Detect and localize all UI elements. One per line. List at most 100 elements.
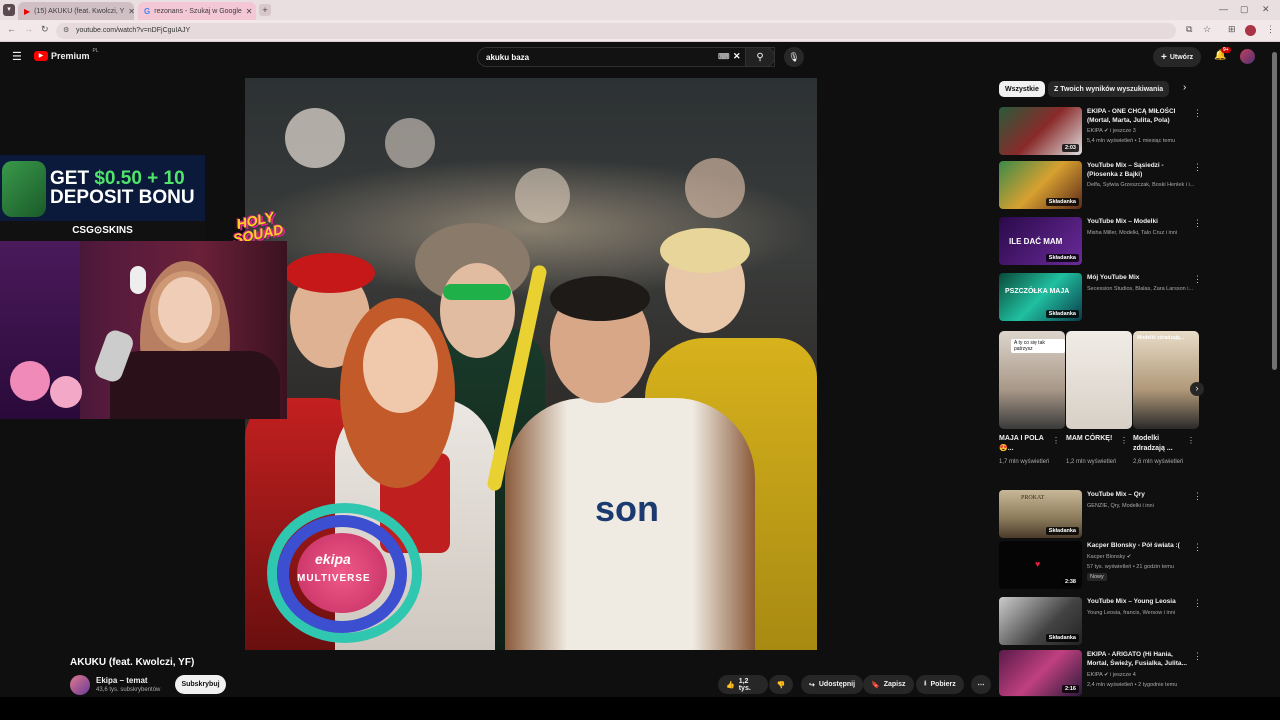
youtube-logo[interactable]: ▶ Premium PL xyxy=(34,48,99,61)
tab-google[interactable]: G rezonans - Szukaj w Google ✕ xyxy=(138,2,256,20)
close-tab-icon[interactable]: ✕ xyxy=(246,7,253,16)
recommendation-item[interactable]: Składanka YouTube Mix – Young Leosia You… xyxy=(999,597,1204,647)
mix-badge: Składanka xyxy=(1045,198,1079,206)
short-views: 1,2 mln wyświetleń xyxy=(1066,459,1117,465)
new-tab-button[interactable]: + xyxy=(259,4,271,16)
recommendation-title[interactable]: EKIPA - ONE CHCĄ MIŁOŚCI (Mortal, Marta,… xyxy=(1087,107,1195,125)
recommendation-title[interactable]: YouTube Mix – Qry xyxy=(1087,490,1195,499)
like-button[interactable]: 👍 1,2 tys. xyxy=(718,675,768,694)
minimize-icon[interactable]: — xyxy=(1219,4,1228,14)
recommendation-item[interactable]: ♥ 2:38 Kacper Blonsky - Pół świata :( Ka… xyxy=(999,541,1204,591)
more-vertical-icon[interactable]: ⋮ xyxy=(1193,651,1202,662)
recommendation-item[interactable]: Składanka YouTube Mix – Sąsiedzi - (Pios… xyxy=(999,161,1204,211)
chevron-right-icon[interactable]: › xyxy=(1183,82,1186,93)
menu-kebab-icon[interactable]: ⋮ xyxy=(1266,24,1275,35)
youtube-play-icon: ▶ xyxy=(34,51,48,61)
channel-name[interactable]: Ekipa – temat xyxy=(96,676,148,685)
thumbnail[interactable]: ILE DAĆ MAM Składanka xyxy=(999,217,1082,265)
recommendation-title[interactable]: YouTube Mix – Young Leosia xyxy=(1087,597,1195,606)
chip-from-search[interactable]: Z Twoich wyników wyszukiwania xyxy=(1048,81,1170,97)
short-views: 2,6 mln wyświetleń xyxy=(1133,459,1184,465)
back-icon[interactable]: ← xyxy=(7,24,16,34)
short-thumbnail[interactable] xyxy=(1066,331,1132,429)
thumbnail[interactable]: 2:16 xyxy=(999,650,1082,696)
more-vertical-icon[interactable]: ⋮ xyxy=(1193,491,1202,502)
subscribe-button[interactable]: Subskrybuj xyxy=(175,675,226,694)
forward-icon[interactable]: → xyxy=(24,24,33,34)
recommendation-title[interactable]: YouTube Mix – Modelki xyxy=(1087,217,1195,226)
recommendation-title[interactable]: YouTube Mix – Sąsiedzi - (Piosenka z Baj… xyxy=(1087,161,1195,179)
person-hair xyxy=(660,228,750,273)
clear-search-icon[interactable]: ✕ xyxy=(733,51,741,62)
ad-brand: CSG⊙SKINS xyxy=(0,221,205,241)
more-vertical-icon[interactable]: ⋮ xyxy=(1193,542,1202,553)
more-vertical-icon[interactable]: ⋮ xyxy=(1193,598,1202,609)
download-button[interactable]: ⭳ Pobierz xyxy=(916,675,964,694)
site-info-icon[interactable]: ⚙ xyxy=(63,26,69,34)
more-vertical-icon[interactable]: ⋮ xyxy=(1193,108,1202,119)
save-button[interactable]: 🔖 Zapisz xyxy=(863,675,914,694)
new-badge: Nowy xyxy=(1087,573,1107,581)
thumbnail[interactable]: Składanka xyxy=(999,161,1082,209)
video-player[interactable]: son ekipa MULTIVERSE xyxy=(245,78,817,650)
recommendation-item[interactable]: PROKAT Składanka YouTube Mix – Qry GENZI… xyxy=(999,490,1204,540)
more-actions-button[interactable]: ⋯ xyxy=(971,675,991,694)
search-icon: ⚲ xyxy=(756,51,764,63)
thumbs-down-icon: 👎 xyxy=(776,681,786,689)
more-vertical-icon[interactable]: ⋮ xyxy=(1193,218,1202,229)
more-vertical-icon[interactable]: ⋮ xyxy=(1193,162,1202,173)
shorts-next-chevron-icon[interactable]: › xyxy=(1190,382,1204,396)
person-hair xyxy=(550,276,650,321)
more-vertical-icon[interactable]: ⋮ xyxy=(1187,436,1195,445)
extensions-icon[interactable]: ⊞ xyxy=(1228,24,1236,35)
short-title[interactable]: MAJA I POLA😍... xyxy=(999,434,1049,454)
thumbnail[interactable]: ♥ 2:38 xyxy=(999,541,1082,589)
thumbnail[interactable]: Składanka xyxy=(999,597,1082,645)
short-title[interactable]: MAM CÓRKĘ! xyxy=(1066,434,1116,444)
chip-all[interactable]: Wszystkie xyxy=(999,81,1045,97)
share-button[interactable]: ↪ Udostępnij xyxy=(801,675,864,694)
account-avatar[interactable] xyxy=(1240,49,1255,64)
thumbs-up-icon: 👍 xyxy=(726,681,735,689)
more-vertical-icon[interactable]: ⋮ xyxy=(1120,436,1128,445)
short-thumbnail[interactable]: Modelki zdradzają... xyxy=(1133,331,1199,429)
recommendation-title[interactable]: EKIPA - ARIGATO (Hi Hania, Mortal, Śwież… xyxy=(1087,650,1195,668)
thumbnail[interactable]: 2:03 xyxy=(999,107,1082,155)
flower-decoration xyxy=(50,376,82,408)
tab-search-icon[interactable]: ▾ xyxy=(3,4,15,16)
more-vertical-icon[interactable]: ⋮ xyxy=(1193,274,1202,285)
reload-icon[interactable]: ↻ xyxy=(41,24,49,35)
bookmark-star-icon[interactable]: ☆ xyxy=(1203,24,1211,35)
hamburger-menu-icon[interactable]: ☰ xyxy=(12,50,22,63)
close-window-icon[interactable]: ✕ xyxy=(1262,4,1270,15)
short-title[interactable]: Modelki zdradzają ... xyxy=(1133,434,1183,454)
maximize-icon[interactable]: ▢ xyxy=(1240,4,1249,15)
install-icon[interactable]: ⧉ xyxy=(1186,24,1192,35)
thumbnail[interactable]: PROKAT Składanka xyxy=(999,490,1082,538)
ekipa-multiverse-logo: ekipa MULTIVERSE xyxy=(267,503,422,643)
profile-avatar[interactable] xyxy=(1245,25,1256,36)
page-scrollbar[interactable] xyxy=(1272,52,1277,370)
recommendation-item[interactable]: 2:16 EKIPA - ARIGATO (Hi Hania, Mortal, … xyxy=(999,650,1204,696)
search-button[interactable]: ⚲ xyxy=(745,47,775,67)
channel-avatar[interactable] xyxy=(70,675,90,695)
tab-youtube[interactable]: ▶ (15) AKUKU (feat. Kwolczi, Y ✕ xyxy=(18,2,134,20)
bookmark-icon: 🔖 xyxy=(871,681,880,689)
url-field[interactable]: ⚙ youtube.com/watch?v=nDFjCguIAJY xyxy=(56,23,1176,39)
voice-search-button[interactable]: 🎙 xyxy=(784,47,804,67)
recommendation-item[interactable]: PSZCZÓŁKA MAJA Składanka Mój YouTube Mix… xyxy=(999,273,1204,323)
recommendation-item[interactable]: 2:03 EKIPA - ONE CHCĄ MIŁOŚCI (Mortal, M… xyxy=(999,107,1204,157)
recommendation-title[interactable]: Kacper Blonsky - Pół świata :( xyxy=(1087,541,1195,550)
recommendation-stats: 57 tys. wyświetleń • 21 godzin temu xyxy=(1087,564,1174,570)
keyboard-icon[interactable]: ⌨ xyxy=(718,52,730,61)
recommendation-title[interactable]: Mój YouTube Mix xyxy=(1087,273,1195,282)
recommendation-item[interactable]: ILE DAĆ MAM Składanka YouTube Mix – Mode… xyxy=(999,217,1204,267)
create-button[interactable]: + Utwórz xyxy=(1153,47,1202,67)
search-input[interactable]: akuku baza ⌨ ✕ xyxy=(477,47,775,67)
thumbnail[interactable]: PSZCZÓŁKA MAJA Składanka xyxy=(999,273,1082,321)
short-thumbnail[interactable]: A ty co się tak patrzysz xyxy=(999,331,1065,429)
more-vertical-icon[interactable]: ⋮ xyxy=(1052,436,1060,445)
dislike-button[interactable]: 👎 xyxy=(769,675,793,694)
close-tab-icon[interactable]: ✕ xyxy=(128,7,134,16)
stream-overlay: GET $0.50 + 10 DEPOSIT BONU CSG⊙SKINS HO… xyxy=(0,155,287,419)
